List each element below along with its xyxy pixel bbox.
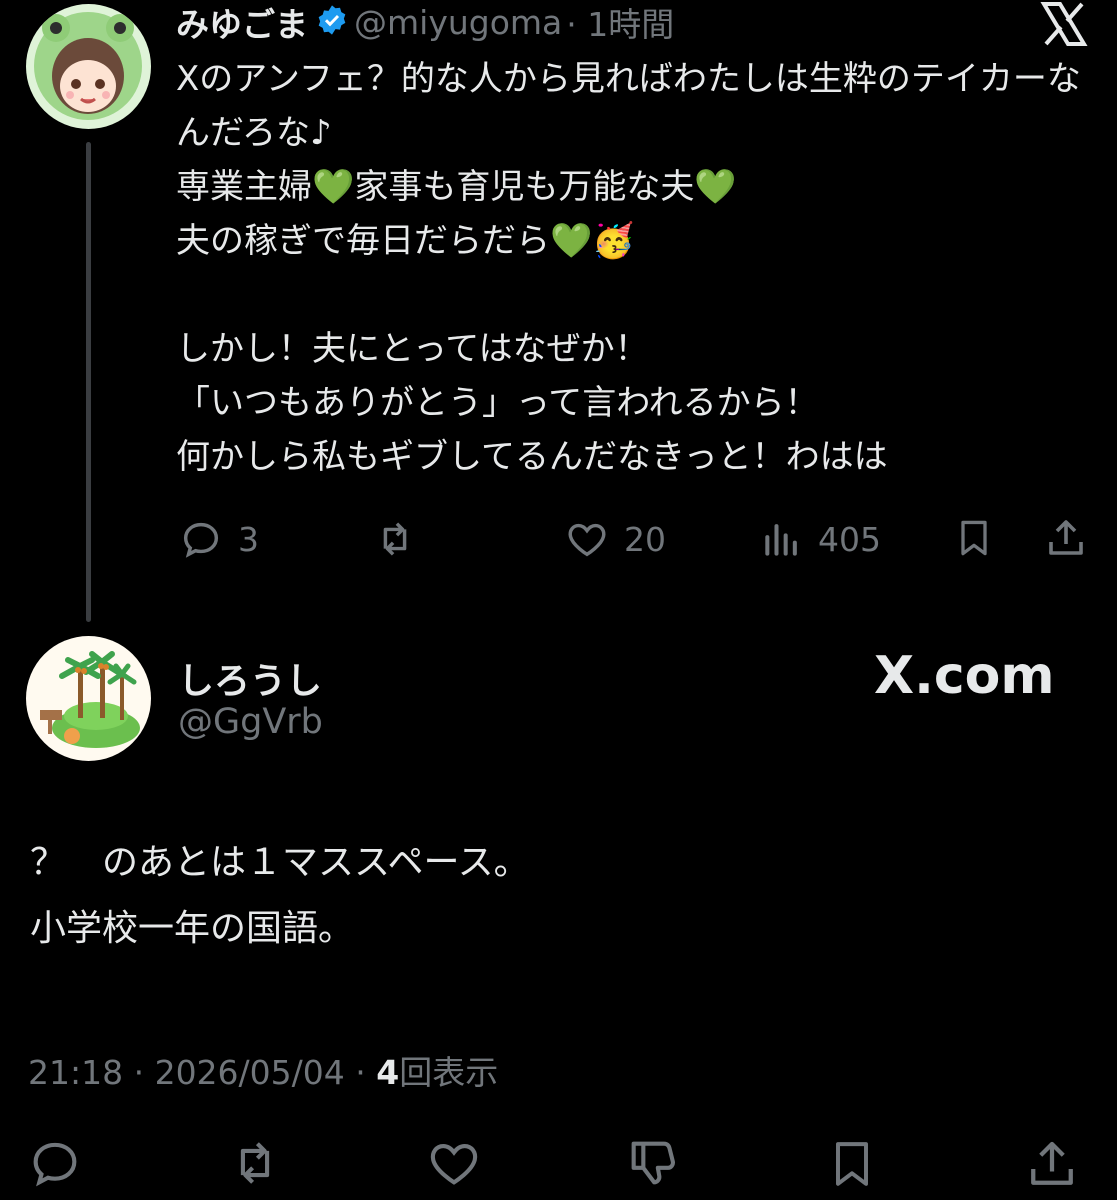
share-button[interactable] [1022, 1134, 1082, 1198]
bookmark-button[interactable] [824, 1134, 880, 1198]
repost-button[interactable] [224, 1134, 286, 1196]
reply-icon [183, 522, 219, 558]
verified-badge-icon [316, 4, 348, 40]
dislike-icon [631, 1141, 675, 1185]
bookmark-button[interactable] [952, 514, 996, 562]
reply-body: ？ のあとは１マススペース。 小学校一年の国語。 [30, 842, 530, 949]
tweet-body: Xのアンフェ？的な人から見ればわたしは生粋のテイカーなんだろな♪ 専業主婦💚家事… [176, 59, 1081, 477]
thread-line [86, 142, 91, 622]
reply-button[interactable]: 3 [178, 516, 259, 562]
x-com-brand: X.com [874, 646, 1055, 706]
like-button[interactable] [424, 1134, 484, 1196]
like-icon [430, 1144, 478, 1185]
display-name[interactable]: みゆごま [176, 0, 308, 46]
bookmark-icon [961, 520, 987, 556]
views-icon [765, 524, 797, 556]
handle[interactable]: @miyugoma [354, 3, 562, 42]
x-com-label: X.com [874, 646, 1055, 706]
share-icon [1031, 1141, 1073, 1185]
like-icon [568, 523, 606, 557]
quoted-tweet-header: みゆごま @miyugoma · 1時間 [176, 0, 675, 46]
reply-handle[interactable]: @GgVrb [178, 702, 323, 742]
repost-icon [240, 1142, 270, 1184]
reply-button[interactable] [26, 1134, 84, 1196]
bottom-action-bar [0, 1128, 1117, 1200]
view-label: 回表示 [399, 1053, 499, 1092]
repost-icon [383, 522, 407, 556]
avatar-shirousi[interactable] [26, 636, 151, 761]
bookmark-icon [836, 1142, 868, 1186]
dislike-button[interactable] [624, 1134, 682, 1196]
views-button[interactable]: 405 [760, 516, 881, 562]
palm-island-avatar-icon [26, 636, 151, 761]
share-icon [1049, 520, 1083, 555]
frog-hood-avatar-icon [26, 4, 151, 129]
tweet-meta: 21:18 · 2026/05/04 · 4回表示 [28, 1046, 498, 1094]
repost-button[interactable] [370, 516, 420, 562]
view-count: 405 [818, 519, 881, 559]
x-logo-icon [1040, 1, 1088, 50]
avatar-miyugoma[interactable] [26, 4, 151, 129]
view-count: 4 [376, 1053, 400, 1092]
reply-count: 3 [238, 519, 259, 559]
reply-display-name[interactable]: しろうし [178, 652, 322, 704]
like-count: 20 [624, 519, 666, 559]
like-button[interactable]: 20 [564, 516, 666, 562]
share-button[interactable] [1042, 514, 1090, 562]
timestamp[interactable]: 21:18 · 2026/05/04 · [28, 1053, 376, 1092]
relative-time: · 1時間 [566, 5, 675, 44]
reply-icon [33, 1142, 77, 1187]
